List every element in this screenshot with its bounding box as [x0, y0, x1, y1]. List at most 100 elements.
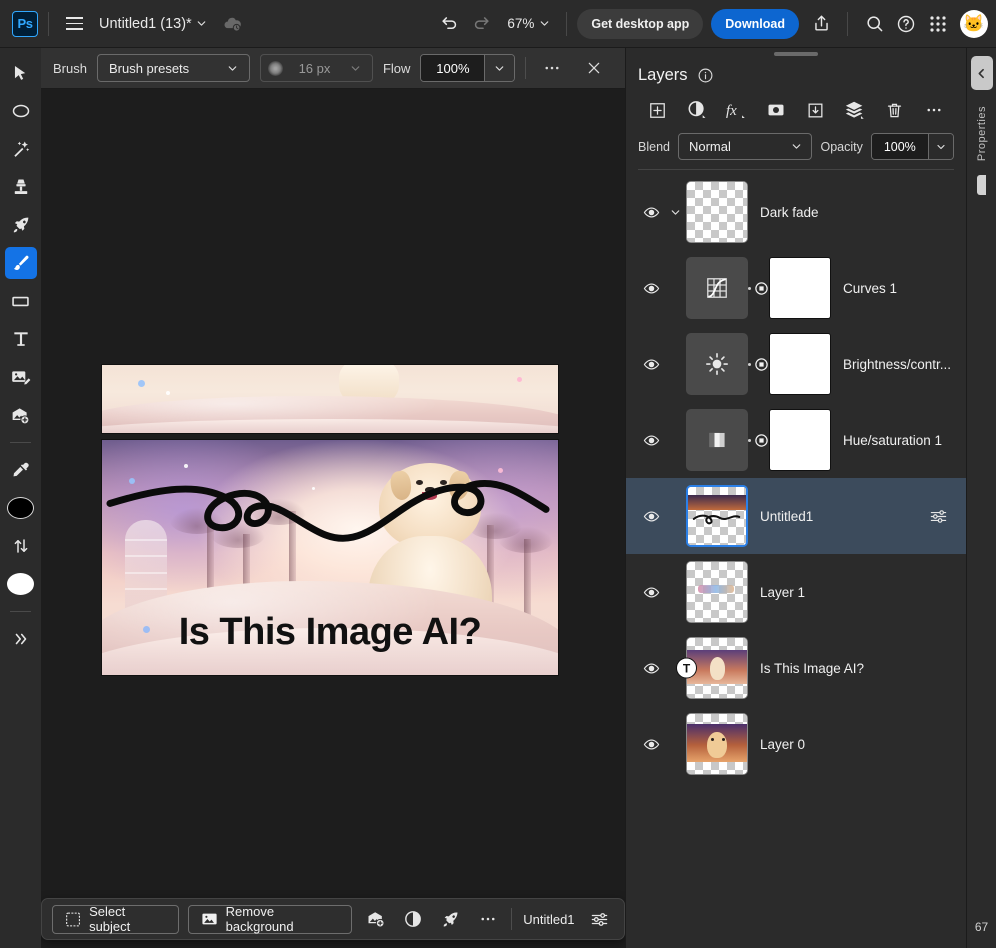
opacity-value[interactable]: 100% [871, 134, 928, 159]
layers-more-icon[interactable] [915, 95, 955, 125]
clipping-mask-icon[interactable] [796, 95, 836, 125]
app-grid-icon[interactable] [922, 8, 954, 40]
layer-thumbnail[interactable]: T [676, 637, 748, 699]
get-desktop-app-button[interactable]: Get desktop app [577, 8, 704, 39]
more-options-icon[interactable] [536, 52, 568, 84]
close-options-icon[interactable] [578, 52, 610, 84]
zoom-level-control[interactable]: 67% [497, 12, 556, 36]
add-image-tool[interactable] [5, 399, 37, 431]
undo-button[interactable] [433, 8, 465, 40]
layer-mask-thumbnail[interactable] [769, 257, 831, 319]
photoshop-logo[interactable]: Ps [12, 10, 38, 37]
type-tool[interactable] [5, 323, 37, 355]
brightness-icon[interactable] [686, 333, 748, 395]
layer-thumbnail[interactable] [686, 561, 748, 623]
background-color-swatch[interactable] [5, 568, 37, 600]
marquee-ellipse-tool[interactable] [5, 95, 37, 127]
remove-background-button[interactable]: Remove background [187, 904, 353, 934]
adjustment-icon[interactable] [399, 904, 428, 934]
document-menu-chevron-down-icon[interactable] [192, 14, 212, 34]
zoom-chevron-down-icon[interactable] [534, 14, 554, 34]
artboard[interactable]: Is This Image AI? [101, 364, 561, 684]
panel-drag-handle[interactable] [626, 48, 966, 60]
curves-icon[interactable] [686, 257, 748, 319]
layer-effects-fx-icon[interactable]: fx [717, 95, 757, 125]
flow-value[interactable]: 100% [421, 55, 485, 81]
swap-colors-button[interactable] [5, 530, 37, 562]
layer-mask-thumbnail[interactable] [769, 409, 831, 471]
group-layers-icon[interactable] [836, 95, 876, 125]
rail-panel-chip[interactable] [977, 175, 986, 196]
canvas-area[interactable]: Is This Image AI? Select subject Remove [41, 89, 625, 948]
brush-tool[interactable] [4, 247, 37, 279]
layer-mask-link-icon[interactable] [748, 433, 769, 448]
opacity-chevron-down-icon[interactable] [927, 134, 953, 159]
collapse-panel-chevron-left-icon[interactable] [970, 56, 993, 90]
adjustment-layer-icon[interactable] [678, 95, 718, 125]
layer-thumbnail[interactable] [686, 485, 748, 547]
flow-field[interactable]: 100% [420, 54, 516, 82]
brush-size-select[interactable]: 16 px [259, 54, 373, 82]
add-image-icon[interactable] [361, 904, 390, 934]
blend-mode-select[interactable]: Normal [677, 133, 813, 160]
hue-saturation-icon[interactable] [686, 409, 748, 471]
shape-rectangle-tool[interactable] [5, 285, 37, 317]
more-tools-chevron-icon[interactable] [5, 623, 37, 655]
layer-visibility-toggle[interactable] [638, 579, 664, 605]
layer-row-is-this-image-ai[interactable]: T Is This Image AI? [626, 630, 966, 706]
delete-layer-trash-icon[interactable] [875, 95, 915, 125]
layer-visibility-toggle[interactable] [638, 655, 664, 681]
layer-visibility-toggle[interactable] [638, 427, 664, 453]
add-mask-icon[interactable] [757, 95, 797, 125]
eyedropper-tool[interactable] [5, 454, 37, 486]
move-tool[interactable] [5, 57, 37, 89]
layer-mask-link-icon[interactable] [748, 357, 769, 372]
user-avatar[interactable]: 🐱 [960, 9, 988, 38]
layer-thumbnail-content [687, 562, 747, 622]
foreground-color-swatch[interactable] [5, 492, 37, 524]
flow-chevron-down-icon[interactable] [484, 55, 515, 81]
layer-row-brightness-contrast[interactable]: Brightness/contr... [626, 326, 966, 402]
layer-thumbnail[interactable] [686, 181, 748, 243]
background-color [7, 573, 34, 595]
select-subject-button[interactable]: Select subject [52, 904, 179, 934]
info-icon[interactable] [697, 67, 714, 84]
brush-presets-select[interactable]: Brush presets [96, 54, 250, 82]
quick-actions-rocket-icon[interactable] [436, 904, 465, 934]
layer-visibility-toggle[interactable] [638, 275, 664, 301]
layer-thumbnail[interactable] [686, 713, 748, 775]
search-icon[interactable] [858, 8, 890, 40]
main-menu-icon[interactable] [59, 9, 89, 39]
layer-visibility-toggle[interactable] [638, 199, 664, 225]
help-icon[interactable] [890, 8, 922, 40]
layer-row-layer-0[interactable]: Layer 0 [626, 706, 966, 782]
layer-visibility-toggle[interactable] [638, 503, 664, 529]
download-button[interactable]: Download [711, 8, 799, 39]
share-icon[interactable] [805, 8, 837, 40]
layer-properties-icon[interactable] [586, 904, 615, 934]
clone-stamp-tool[interactable] [5, 171, 37, 203]
quick-actions-rocket-tool[interactable] [5, 209, 37, 241]
right-rail: Properties 67 [966, 48, 996, 948]
sparkle [165, 390, 170, 395]
layer-row-hue-saturation-1[interactable]: Hue/saturation 1 [626, 402, 966, 478]
layer-visibility-toggle[interactable] [638, 731, 664, 757]
layer-row-layer-1[interactable]: Layer 1 [626, 554, 966, 630]
opacity-field[interactable]: 100% [870, 133, 954, 160]
redo-button[interactable] [465, 8, 497, 40]
group-expand-chevron-down-icon[interactable] [664, 206, 686, 219]
layer-row-untitled1[interactable]: Untitled1 [626, 478, 966, 554]
rail-tab-properties[interactable]: Properties [976, 106, 988, 161]
taskbar-more-icon[interactable] [474, 904, 503, 934]
layer-mask-link-icon[interactable] [748, 281, 769, 296]
layer-visibility-toggle[interactable] [638, 351, 664, 377]
magic-wand-tool[interactable] [5, 133, 37, 165]
layer-list[interactable]: Dark fade Curves 1 Brightness/contr... H… [626, 170, 966, 948]
layer-mask-thumbnail[interactable] [769, 333, 831, 395]
layer-properties-icon[interactable] [924, 502, 952, 530]
edit-image-tool[interactable] [5, 361, 37, 393]
canvas-zoom-indicator: 67 [974, 920, 989, 934]
layer-row-dark-fade[interactable]: Dark fade [626, 174, 966, 250]
add-layer-icon[interactable] [638, 95, 678, 125]
layer-row-curves-1[interactable]: Curves 1 [626, 250, 966, 326]
